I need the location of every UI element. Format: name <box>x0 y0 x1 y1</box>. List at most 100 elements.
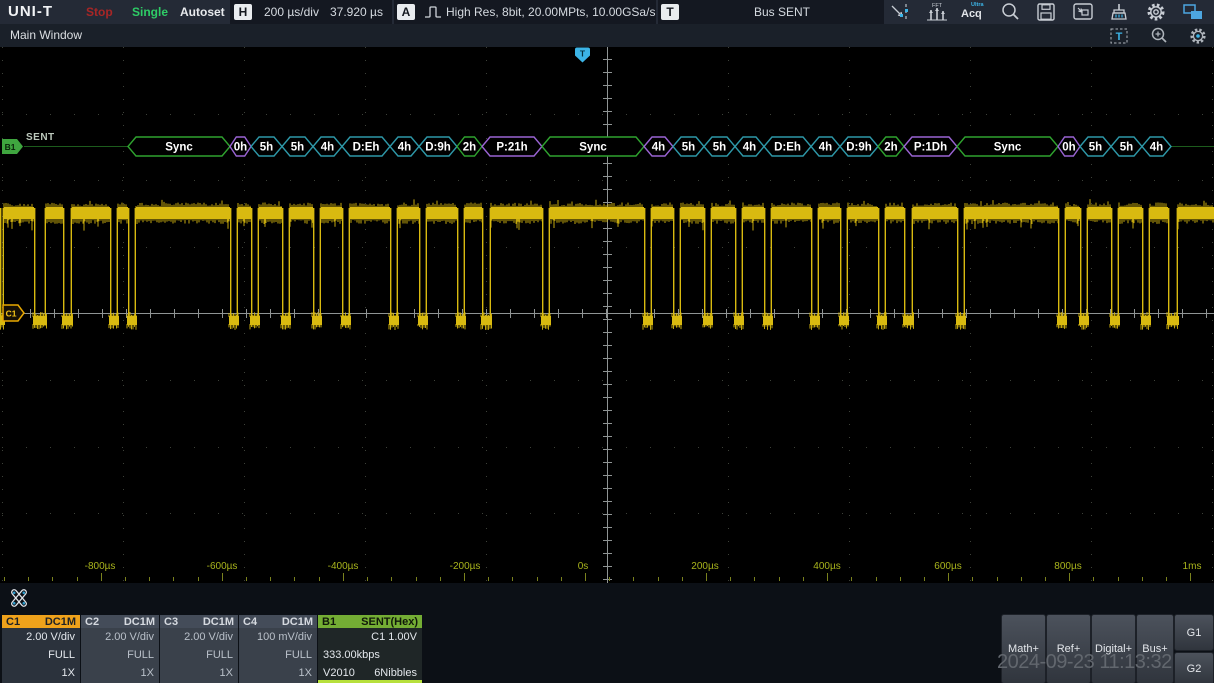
bus-source: C1 1.00V <box>318 628 422 646</box>
time-axis-label: -200µs <box>450 561 481 572</box>
add-digital-button[interactable]: Digital+ <box>1091 614 1136 683</box>
bus-bitrate: 333.00kbps <box>318 646 422 664</box>
horizontal-button[interactable]: H <box>234 4 252 20</box>
group-button-g2[interactable]: G2 <box>1174 652 1214 683</box>
text-annotation-icon[interactable]: T <box>1104 24 1134 47</box>
channel-coupling: DC1M <box>282 616 313 628</box>
time-ruler-tick <box>779 577 780 581</box>
time-ruler-tick <box>972 577 973 581</box>
svg-text:P:1Dh: P:1Dh <box>914 142 947 154</box>
clear-icon[interactable] <box>1102 0 1136 24</box>
svg-text:5h: 5h <box>260 142 273 154</box>
stop-button[interactable]: Stop <box>86 0 113 24</box>
time-axis-label: -400µs <box>328 561 359 572</box>
bus-card-b1[interactable]: B1SENT(Hex)C1 1.00V333.00kbpsV20106Nibbl… <box>318 615 422 683</box>
time-ruler-tick <box>440 577 441 581</box>
bus-name-label: SENT <box>26 132 55 143</box>
group-button-g1[interactable]: G1 <box>1174 614 1214 651</box>
acquire-info[interactable]: High Res, 8bit, 20.00MPts, 10.00GSa/s <box>446 0 655 24</box>
channel-card-c1[interactable]: C1DC1M2.00 V/divFULL1X <box>2 615 80 683</box>
time-ruler-tick <box>924 577 925 581</box>
channel-card-header[interactable]: C3DC1M <box>160 615 238 628</box>
decode-segment-data: D:9h <box>419 137 457 156</box>
svg-text:2h: 2h <box>463 142 476 154</box>
channel-probe: 1X <box>239 664 317 682</box>
status-bar: C1DC1M2.00 V/divFULL1XC2DC1M2.00 V/divFU… <box>0 583 1214 683</box>
save-icon[interactable] <box>1029 0 1063 24</box>
channel-card-header[interactable]: C4 DC1M <box>239 615 317 628</box>
time-ruler-tick <box>173 577 174 581</box>
time-ruler-tick <box>488 577 489 581</box>
annotation-tools-icon[interactable] <box>6 587 32 611</box>
trigger-settings-field[interactable]: T Bus SENT <box>658 0 884 24</box>
decode-segment-data: 4h <box>313 137 342 156</box>
add-ref-button[interactable]: Ref+ <box>1046 614 1091 683</box>
measure-icon[interactable] <box>884 0 918 24</box>
decode-segment-sync: Sync <box>542 137 644 156</box>
channel-card-c4[interactable]: C4DC1M100 mV/divFULL1X <box>239 615 317 683</box>
time-ruler-tick <box>77 577 78 581</box>
decode-segment-data: 5h <box>282 137 313 156</box>
decode-segment-data: 4h <box>735 137 764 156</box>
svg-text:C1: C1 <box>6 309 17 319</box>
top-toolbar: UNI-T Stop Single Autoset H 200 µs/div 3… <box>0 0 1214 24</box>
autoset-button[interactable]: Autoset <box>180 0 225 24</box>
bus-card-header[interactable]: B1 SENT(Hex) <box>318 615 422 628</box>
pulse-shape-icon <box>424 5 442 19</box>
channel-bandwidth: FULL <box>2 646 80 664</box>
time-ruler-tick <box>948 573 949 581</box>
channel-scale: 2.00 V/div <box>81 628 159 646</box>
bus-decode-row: Sync0h5h5h4hD:Eh4hD:9h2hP:21hSync4h5h5h4… <box>0 135 1214 159</box>
bus-nibble-count: 6Nibbles <box>374 664 417 682</box>
decode-segment-data: 5h <box>251 137 282 156</box>
trigger-button[interactable]: T <box>661 4 679 20</box>
fft-icon[interactable]: FFT <box>920 0 954 24</box>
decode-segment-data: 5h <box>1080 137 1111 156</box>
channel-card-c2[interactable]: C2DC1M2.00 V/divFULL1X <box>81 615 159 683</box>
time-ruler-tick <box>28 577 29 581</box>
time-ruler-tick <box>512 577 513 581</box>
bus1-marker[interactable]: B1 <box>2 139 24 154</box>
time-ruler-tick <box>658 577 659 581</box>
display-settings-icon[interactable] <box>1183 24 1213 47</box>
time-axis-label: -600µs <box>207 561 238 572</box>
time-ruler-tick <box>827 573 828 581</box>
search-icon[interactable] <box>993 0 1027 24</box>
time-ruler-tick <box>997 577 998 581</box>
add-math-button[interactable]: Math+ <box>1001 614 1046 683</box>
decode-segment-crc: 2h <box>457 137 482 156</box>
channel-card-header[interactable]: C2DC1M <box>81 615 159 628</box>
oscilloscope-screen: UNI-T Stop Single Autoset H 200 µs/div 3… <box>0 0 1214 683</box>
channel-id: C4 <box>243 616 257 628</box>
screenshot-icon[interactable] <box>1066 0 1100 24</box>
decode-segment-sync: Sync <box>957 137 1058 156</box>
ultra-acq-icon[interactable]: Ultra Acq <box>956 0 990 24</box>
time-ruler-tick <box>198 577 199 581</box>
horizontal-settings-field[interactable]: H 200 µs/div 37.920 µs <box>230 0 392 24</box>
svg-text:5h: 5h <box>1120 142 1133 154</box>
trigger-info[interactable]: Bus SENT <box>754 0 810 24</box>
display-layout-icon[interactable] <box>1176 0 1210 24</box>
svg-text:T: T <box>580 49 586 59</box>
single-button[interactable]: Single <box>132 0 168 24</box>
settings-icon[interactable] <box>1139 0 1173 24</box>
time-ruler-tick <box>222 573 223 581</box>
bus-id: B1 <box>322 616 336 628</box>
time-ruler-tick <box>1142 577 1143 581</box>
waveform-display-area: Sync0h5h5h4hD:Eh4hD:9h2hP:21hSync4h5h5h4… <box>0 47 1214 583</box>
channel-scale: 100 mV/div <box>239 628 317 646</box>
svg-text:0h: 0h <box>1062 142 1075 154</box>
channel-card-c3[interactable]: C3DC1M2.00 V/divFULL1X <box>160 615 238 683</box>
time-ruler-tick <box>319 577 320 581</box>
channel1-marker[interactable]: C1 <box>2 304 26 322</box>
add-bus-button[interactable]: Bus+ <box>1136 614 1174 683</box>
acquire-settings-field[interactable]: A High Res, 8bit, 20.00MPts, 10.00GSa/s <box>394 0 656 24</box>
timebase-value[interactable]: 200 µs/div <box>264 0 319 24</box>
horizontal-offset-value[interactable]: 37.920 µs <box>330 0 383 24</box>
zoom-in-icon[interactable] <box>1144 24 1174 47</box>
acquire-button[interactable]: A <box>397 4 415 20</box>
channel-card-header[interactable]: C1DC1M <box>2 615 80 628</box>
bus-protocol: SENT(Hex) <box>361 616 418 628</box>
time-ruler-tick <box>1093 577 1094 581</box>
trigger-position-marker[interactable]: T <box>574 47 591 63</box>
